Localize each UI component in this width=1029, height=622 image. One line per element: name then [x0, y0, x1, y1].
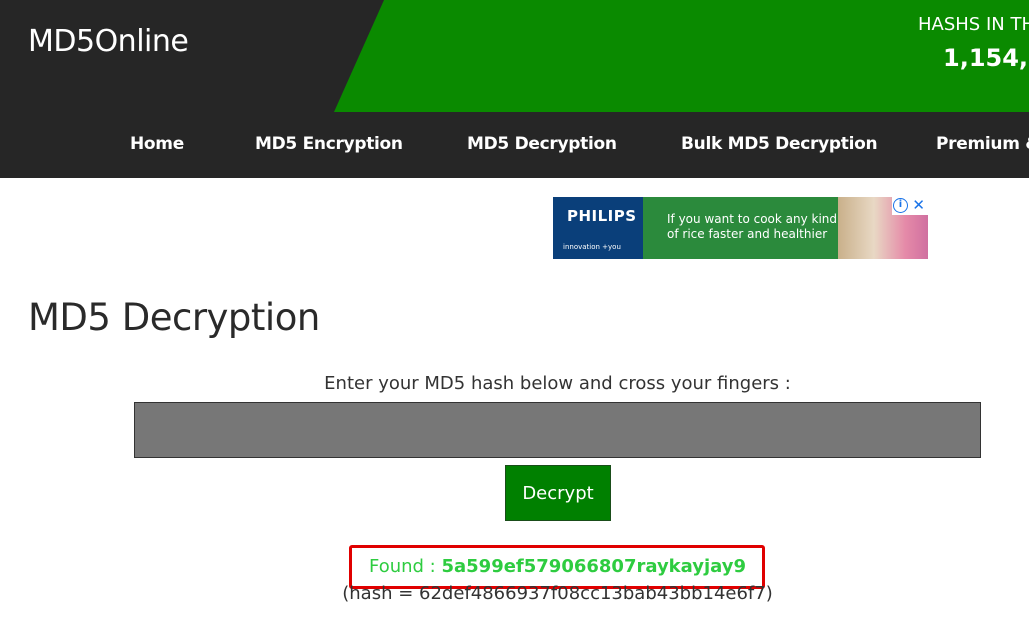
input-prompt: Enter your MD5 hash below and cross your…: [324, 373, 791, 394]
main-nav: Home MD5 Encryption MD5 Decryption Bulk …: [0, 112, 1029, 178]
hash-count-label: HASHS IN TH: [918, 14, 1029, 35]
ad-controls: i ✕: [892, 197, 928, 215]
nav-item-home[interactable]: Home: [130, 134, 184, 154]
found-value: 5a599ef579066807raykayjay9: [441, 556, 746, 577]
info-icon[interactable]: i: [893, 198, 908, 213]
ad-tagline: innovation +you: [563, 243, 621, 251]
ad-brand-logo: PHILIPS innovation +you: [553, 197, 643, 259]
page-title: MD5 Decryption: [28, 296, 320, 339]
decrypt-button[interactable]: Decrypt: [505, 465, 611, 521]
nav-item-premium[interactable]: Premium &: [936, 134, 1029, 154]
ad-brand-text: PHILIPS: [567, 207, 637, 225]
site-logo[interactable]: MD5Online: [28, 24, 189, 59]
site-header: MD5Online HASHS IN TH 1,154,8: [0, 0, 1029, 112]
close-icon[interactable]: ✕: [912, 197, 925, 214]
nav-item-bulk-md5-decryption[interactable]: Bulk MD5 Decryption: [681, 134, 878, 154]
nav-item-md5-decryption[interactable]: MD5 Decryption: [467, 134, 617, 154]
found-label: Found :: [368, 556, 442, 577]
hash-count-value: 1,154,8: [943, 44, 1029, 72]
nav-item-md5-encryption[interactable]: MD5 Encryption: [255, 134, 403, 154]
hash-input[interactable]: [134, 402, 981, 458]
result-hash: (hash = 62def4866937f08cc13bab43bb14e6f7…: [342, 583, 773, 604]
result-found: Found : 5a599ef579066807raykayjay9: [0, 556, 1029, 577]
advertisement-banner[interactable]: PHILIPS innovation +you If you want to c…: [553, 197, 928, 259]
ad-copy: If you want to cook any kind of rice fas…: [667, 212, 838, 241]
